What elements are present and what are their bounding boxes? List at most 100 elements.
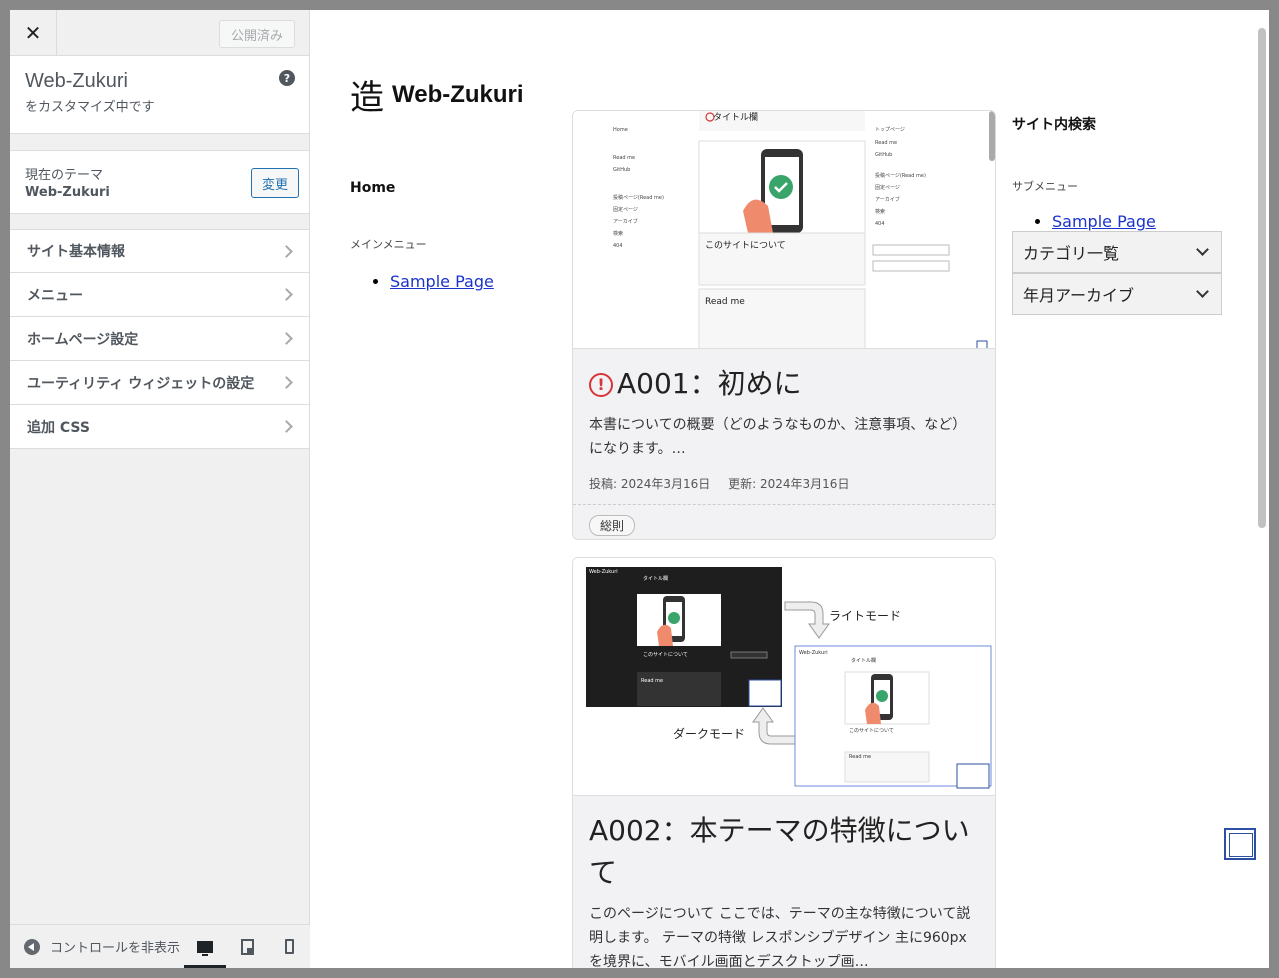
customizer-window: ✕ 公開済み Web-Zukuri をカスタマイズ中です ? 現在のテーマ We… xyxy=(10,10,1269,968)
floating-toggle-button[interactable] xyxy=(1224,828,1256,860)
post-excerpt: このページについて ここでは、テーマの主な特徴について説明します。 テーマの特徴… xyxy=(589,906,971,968)
site-name: Web-Zukuri xyxy=(25,70,128,92)
help-icon[interactable]: ? xyxy=(279,70,295,86)
svg-text:アーカイブ: アーカイブ xyxy=(613,218,638,225)
right-sidebar: サイト内検索 サブメニュー Sample Page カテゴリ一覧 年月アーカイブ xyxy=(1012,114,1222,315)
svg-text:GitHub: GitHub xyxy=(875,152,892,158)
device-tablet-button[interactable] xyxy=(226,925,268,969)
sidebar-header: ✕ 公開済み xyxy=(10,10,309,56)
tablet-icon xyxy=(240,938,254,955)
svg-text:Web-Zukuri: Web-Zukuri xyxy=(799,650,828,656)
category-tag[interactable]: 総則 xyxy=(589,515,636,536)
post-title-text: A001：初めに xyxy=(617,367,802,400)
thumb-label: ライトモード xyxy=(829,609,901,623)
menu-item-utility-widgets[interactable]: ユーティリティ ウィジェットの設定 xyxy=(10,361,309,405)
post-thumbnail[interactable]: Home Read me GitHub 投稿ページ(Read me) 固定ページ… xyxy=(573,111,995,349)
post-title[interactable]: A002：本テーマの特徴について xyxy=(573,796,995,894)
thumb-label: タイトル欄 xyxy=(713,111,758,123)
customizer-sidebar: ✕ 公開済み Web-Zukuri をカスタマイズ中です ? 現在のテーマ We… xyxy=(10,10,310,968)
chevron-right-icon xyxy=(280,420,293,433)
svg-text:Home: Home xyxy=(613,127,628,133)
site-info: Web-Zukuri をカスタマイズ中です ? xyxy=(10,56,309,134)
svg-text:タイトル欄: タイトル欄 xyxy=(851,657,876,664)
menu-item-additional-css[interactable]: 追加 CSS xyxy=(10,405,309,449)
change-theme-button[interactable]: 変更 xyxy=(251,168,299,198)
submenu-list: Sample Page xyxy=(1012,212,1222,231)
menu-item-homepage-settings[interactable]: ホームページ設定 xyxy=(10,317,309,361)
svg-text:固定ページ: 固定ページ xyxy=(613,206,638,213)
svg-text:Read me: Read me xyxy=(849,754,871,760)
list-item: Sample Page xyxy=(390,272,550,291)
thumb-label: Read me xyxy=(705,297,745,307)
post-excerpt: 本書についての概要（どのようなものか、注意事項、など）になります。… xyxy=(589,417,967,457)
svg-text:Read me: Read me xyxy=(613,155,635,161)
post-card: Web-Zukuri タイトル欄 このサイトについて Read me Web-Z… xyxy=(572,557,996,968)
svg-text:このサイトについて: このサイトについて xyxy=(849,728,894,734)
post-card: Home Read me GitHub 投稿ページ(Read me) 固定ページ… xyxy=(572,110,996,540)
close-icon: ✕ xyxy=(24,20,42,45)
chevron-right-icon xyxy=(280,288,293,301)
post-title[interactable]: ! A001：初めに xyxy=(573,349,995,405)
preview-scrollbar[interactable] xyxy=(1258,28,1266,528)
menu-item-menus[interactable]: メニュー xyxy=(10,273,309,317)
main-menu-list: Sample Page xyxy=(350,272,550,291)
close-button[interactable]: ✕ xyxy=(10,10,57,55)
site-title: Web-Zukuri xyxy=(392,80,524,108)
post-meta: 投稿: 2024年3月16日 更新: 2024年3月16日 xyxy=(573,461,995,492)
svg-text:Read me: Read me xyxy=(875,140,897,146)
chevron-down-icon xyxy=(1196,243,1209,256)
theme-panel: 現在のテーマ Web-Zukuri 変更 xyxy=(10,150,309,214)
svg-text:投稿ページ(Read me): 投稿ページ(Read me) xyxy=(875,172,926,179)
svg-text:投稿ページ(Read me): 投稿ページ(Read me) xyxy=(613,194,664,201)
site-logo[interactable]: 造 Web-Zukuri xyxy=(350,70,524,119)
category-dropdown[interactable]: カテゴリ一覧 xyxy=(1012,231,1222,273)
customizer-menu: サイト基本情報 メニュー ホームページ設定 ユーティリティ ウィジェットの設定 … xyxy=(10,229,309,449)
svg-text:トップページ: トップページ xyxy=(875,127,905,133)
sample-page-link[interactable]: Sample Page xyxy=(390,272,494,291)
publish-button[interactable]: 公開済み xyxy=(219,20,295,48)
collapse-controls-button[interactable]: コントロールを非表示 xyxy=(10,937,184,956)
thumb-label: ダークモード xyxy=(673,726,745,741)
collapse-icon xyxy=(24,938,40,955)
menu-item-label: ホームページ設定 xyxy=(27,331,139,348)
svg-text:タイトル欄: タイトル欄 xyxy=(643,575,668,582)
submenu-heading: サブメニュー xyxy=(1012,180,1078,193)
logo-mark: 造 xyxy=(350,78,384,118)
chevron-down-icon xyxy=(1196,285,1209,298)
site-search-heading: サイト内検索 xyxy=(1012,117,1096,133)
chevron-right-icon xyxy=(280,376,293,389)
svg-text:404: 404 xyxy=(613,243,623,249)
menu-item-label: 追加 CSS xyxy=(27,419,90,436)
svg-text:GitHub: GitHub xyxy=(613,167,630,173)
mobile-icon xyxy=(284,939,294,954)
menu-item-site-identity[interactable]: サイト基本情報 xyxy=(10,229,309,273)
chevron-right-icon xyxy=(280,245,293,258)
sample-page-link[interactable]: Sample Page xyxy=(1052,212,1156,231)
dropdown-label: 年月アーカイブ xyxy=(1023,286,1135,305)
post-date: 投稿: 2024年3月16日 xyxy=(589,477,711,491)
archive-dropdown[interactable]: 年月アーカイブ xyxy=(1012,273,1222,315)
collapse-label: コントロールを非表示 xyxy=(50,941,181,956)
main-menu-heading: メインメニュー xyxy=(350,238,427,251)
svg-text:Web-Zukuri: Web-Zukuri xyxy=(589,569,618,575)
device-desktop-button[interactable] xyxy=(184,925,226,968)
customizing-label: をカスタマイズ中です xyxy=(25,100,155,115)
list-item: Sample Page xyxy=(1052,212,1222,231)
thumbnail-illustration: Web-Zukuri タイトル欄 このサイトについて Read me Web-Z… xyxy=(573,558,995,795)
svg-text:このサイトについて: このサイトについて xyxy=(643,652,688,658)
svg-text:404: 404 xyxy=(875,221,885,227)
chevron-right-icon xyxy=(280,332,293,345)
alert-circle-icon: ! xyxy=(589,373,613,397)
site-preview: 造 Web-Zukuri Home メインメニュー Sample Page xyxy=(310,10,1269,968)
post-updated: 更新: 2024年3月16日 xyxy=(728,477,850,491)
menu-item-label: メニュー xyxy=(27,287,83,304)
device-mobile-button[interactable] xyxy=(268,925,310,969)
menu-item-label: サイト基本情報 xyxy=(27,244,125,260)
svg-text:検索: 検索 xyxy=(613,230,623,237)
thumbnail-illustration: Home Read me GitHub 投稿ページ(Read me) 固定ページ… xyxy=(573,111,995,348)
left-sidebar: Home メインメニュー Sample Page xyxy=(350,180,550,291)
thumb-label: このサイトについて xyxy=(705,240,786,251)
dropdown-label: カテゴリ一覧 xyxy=(1023,244,1120,263)
home-link[interactable]: Home xyxy=(350,180,550,196)
post-thumbnail[interactable]: Web-Zukuri タイトル欄 このサイトについて Read me Web-Z… xyxy=(573,558,995,796)
